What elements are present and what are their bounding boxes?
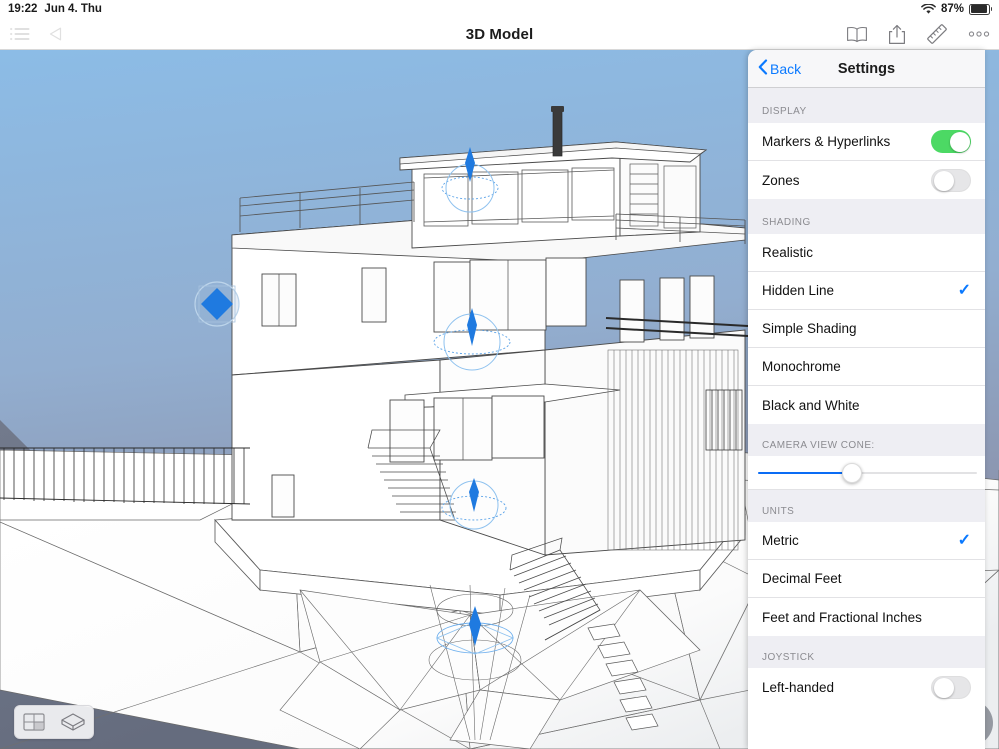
- settings-header: Back Settings: [748, 50, 985, 88]
- section-header-units: UNITS: [748, 490, 985, 522]
- row-label: Markers & Hyperlinks: [762, 134, 891, 149]
- camera-view-cone-slider[interactable]: [748, 456, 985, 490]
- row-markers-hyperlinks[interactable]: Markers & Hyperlinks: [748, 123, 985, 161]
- view-mode-toolbar[interactable]: [14, 705, 94, 739]
- top-toolbar: 3D Model: [0, 18, 999, 50]
- status-time: 19:22: [8, 3, 38, 15]
- book-icon[interactable]: [846, 26, 868, 43]
- settings-panel: Back Settings DISPLAY Markers & Hyperlin…: [748, 50, 985, 749]
- checkmark-icon: ✓: [957, 531, 971, 549]
- option-metric[interactable]: Metric ✓: [748, 522, 985, 560]
- section-joystick: Left-handed: [748, 668, 985, 706]
- row-zones[interactable]: Zones: [748, 161, 985, 199]
- section-header-display: DISPLAY: [748, 88, 985, 123]
- status-bar-right: 87%: [921, 3, 992, 15]
- row-left-handed[interactable]: Left-handed: [748, 668, 985, 706]
- row-label: Monochrome: [762, 359, 841, 374]
- checkmark-icon: ✓: [957, 281, 971, 299]
- share-icon[interactable]: [888, 24, 906, 45]
- more-dots-icon[interactable]: [968, 30, 990, 38]
- option-decimal-feet[interactable]: Decimal Feet: [748, 560, 985, 598]
- row-label: Black and White: [762, 397, 860, 413]
- section-shading: Realistic Hidden Line ✓ Simple Shading M…: [748, 234, 985, 424]
- row-label: Simple Shading: [762, 321, 857, 336]
- toggle-zones[interactable]: [931, 168, 971, 192]
- battery-percent: 87%: [940, 3, 964, 15]
- option-monochrome[interactable]: Monochrome: [748, 348, 985, 386]
- status-bar: 19:22 Jun 4. Thu 87%: [0, 0, 999, 18]
- section-units: Metric ✓ Decimal Feet Feet and Fractiona…: [748, 522, 985, 636]
- section-display: Markers & Hyperlinks Zones: [748, 123, 985, 199]
- toggle-left-handed[interactable]: [931, 675, 971, 699]
- diamond-marker: [194, 281, 240, 327]
- battery-icon: [969, 3, 992, 15]
- section-header-camera-view-cone: CAMERA VIEW CONE:: [748, 424, 985, 456]
- row-label: Metric: [762, 533, 799, 548]
- app-root: 19:22 Jun 4. Thu 87% 3D Model Back Setti…: [0, 0, 999, 749]
- status-bar-left: 19:22 Jun 4. Thu: [8, 3, 102, 15]
- option-realistic[interactable]: Realistic: [748, 234, 985, 272]
- ruler-icon[interactable]: [926, 23, 948, 45]
- row-label: Feet and Fractional Inches: [762, 609, 922, 625]
- option-simple-shading[interactable]: Simple Shading: [748, 310, 985, 348]
- section-header-shading: SHADING: [748, 199, 985, 234]
- row-label: Zones: [762, 172, 800, 188]
- wifi-icon: [921, 3, 936, 15]
- settings-title: Settings: [837, 60, 896, 77]
- slider-thumb[interactable]: [842, 463, 863, 483]
- row-label: Realistic: [762, 245, 814, 260]
- 3d-model-icon[interactable]: [60, 712, 86, 732]
- row-label: Decimal Feet: [762, 571, 842, 586]
- chevron-left-icon: [758, 59, 768, 78]
- option-feet-fractional-inches[interactable]: Feet and Fractional Inches: [748, 598, 985, 636]
- row-label: Hidden Line: [762, 283, 835, 298]
- option-hidden-line[interactable]: Hidden Line ✓: [748, 272, 985, 310]
- slider-filled: [758, 472, 853, 474]
- back-label: Back: [770, 60, 802, 77]
- layout-panel-icon[interactable]: [22, 713, 45, 731]
- status-date: Jun 4. Thu: [44, 3, 102, 15]
- toolbar-right-group: [846, 18, 990, 50]
- toggle-markers-hyperlinks[interactable]: [931, 130, 971, 153]
- slider-track[interactable]: [758, 463, 977, 483]
- row-label: Left-handed: [762, 679, 835, 695]
- back-button[interactable]: Back: [758, 59, 801, 78]
- section-header-joystick: JOYSTICK: [748, 636, 985, 668]
- option-black-and-white[interactable]: Black and White: [748, 386, 985, 424]
